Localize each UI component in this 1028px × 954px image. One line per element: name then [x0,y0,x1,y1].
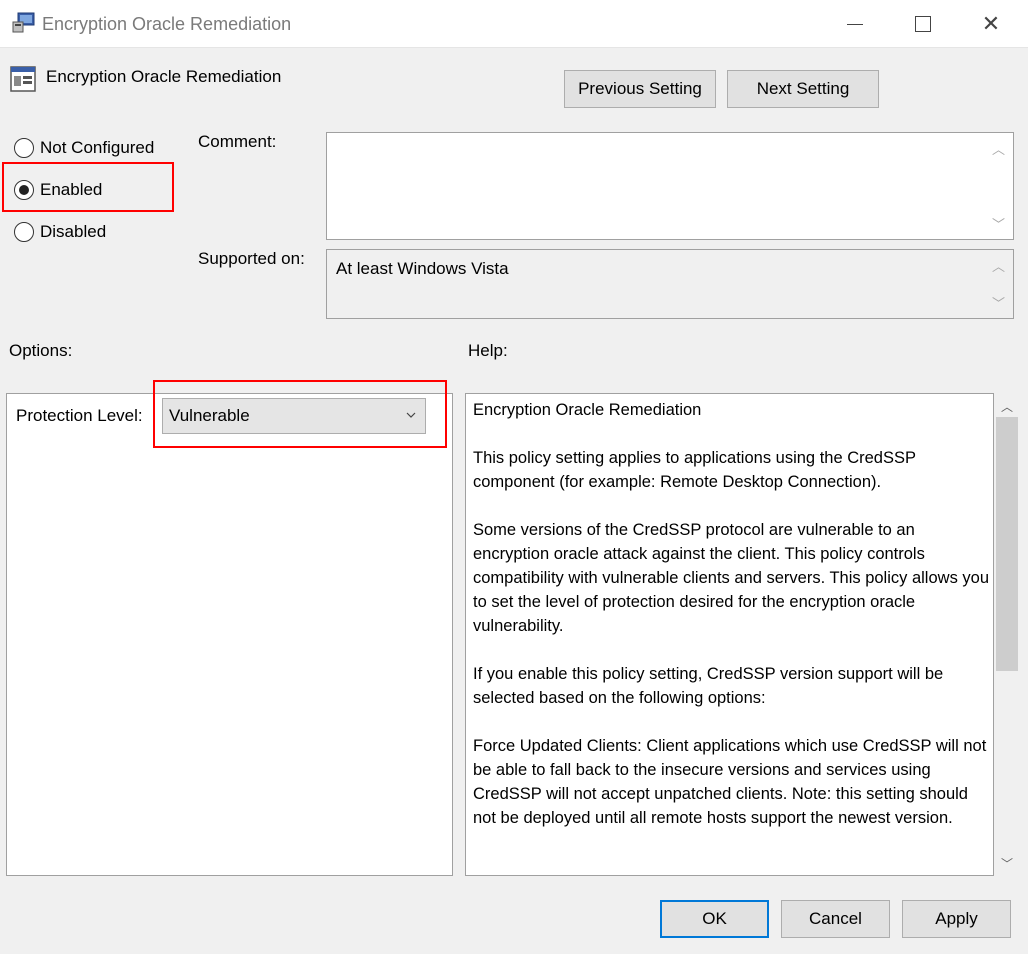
radio-label: Disabled [40,222,107,241]
previous-setting-button[interactable]: Previous Setting [564,70,716,108]
help-paragraph: This policy setting applies to applicati… [473,449,916,491]
scroll-up-icon[interactable]: ︿ [992,256,1005,275]
radio-disabled[interactable]: Disabled [14,222,106,242]
title-bar: Encryption Oracle Remediation ✕ [0,0,1028,48]
help-text: Encryption Oracle Remediation This polic… [473,398,991,854]
maximize-icon [915,16,931,32]
highlight-box-protection-level [153,380,447,448]
comment-textarea[interactable]: ︿ ﹀ [326,132,1014,240]
help-label: Help: [468,341,508,360]
scroll-up-icon[interactable]: ︿ [994,395,1020,417]
policy-name: Encryption Oracle Remediation [46,67,282,86]
minimize-icon [847,23,863,25]
radio-circle[interactable] [14,138,34,158]
options-label: Options: [9,341,73,360]
supported-on-value: At least Windows Vista [336,259,509,278]
supported-on-field: At least Windows Vista ︿ ﹀ [326,249,1014,319]
scroll-thumb[interactable] [996,417,1018,671]
help-scrollbar[interactable]: ︿ ﹀ [994,393,1020,876]
next-setting-button[interactable]: Next Setting [727,70,879,108]
group-policy-app-icon [12,12,35,33]
help-paragraph: Encryption Oracle Remediation [473,401,702,419]
help-paragraph: Some versions of the CredSSP protocol ar… [473,521,990,635]
minimize-button[interactable] [820,0,890,48]
scroll-down-icon[interactable]: ﹀ [994,852,1020,874]
close-button[interactable]: ✕ [956,0,1026,48]
supported-on-label: Supported on: [198,249,305,268]
maximize-button[interactable] [888,0,958,48]
help-paragraph: If you enable this policy setting, CredS… [473,665,944,707]
options-panel: Protection Level: Vulnerable [6,393,453,876]
ok-button[interactable]: OK [660,900,769,938]
comment-label: Comment: [198,132,277,151]
scroll-down-icon[interactable]: ﹀ [992,214,1005,233]
radio-not-configured[interactable]: Not Configured [14,138,154,158]
scroll-up-icon[interactable]: ︿ [992,139,1005,158]
protection-level-label: Protection Level: [16,406,143,425]
radio-label: Not Configured [40,138,155,157]
help-paragraph: Force Updated Clients: Client applicatio… [473,737,987,827]
window-title: Encryption Oracle Remediation [42,14,292,34]
radio-circle[interactable] [14,222,34,242]
highlight-box-enabled [2,162,174,212]
cancel-button[interactable]: Cancel [781,900,890,938]
help-panel: Encryption Oracle Remediation This polic… [465,393,994,876]
policy-setting-icon [10,66,36,92]
scroll-down-icon[interactable]: ﹀ [992,293,1005,312]
close-icon: ✕ [981,11,1001,36]
apply-button[interactable]: Apply [902,900,1011,938]
